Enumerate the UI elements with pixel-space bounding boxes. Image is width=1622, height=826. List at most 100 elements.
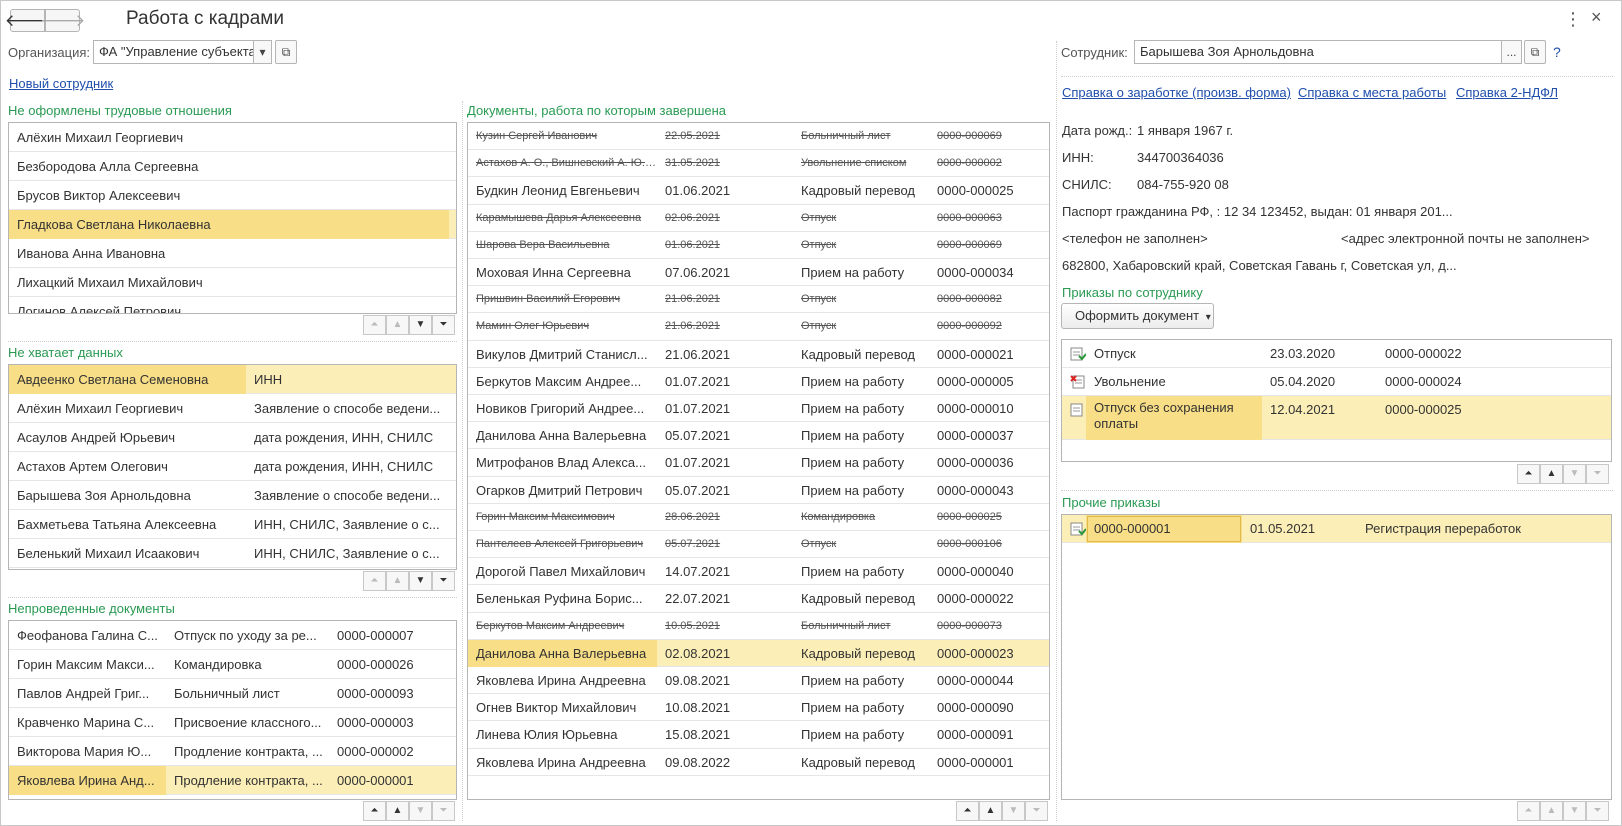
organization-open-button[interactable]: ⧉	[275, 40, 297, 64]
scroll-bottom-button[interactable]: ⏷	[432, 801, 455, 821]
employee-orders-list[interactable]: Отпуск 23.03.2020 0000-000022 Увольнение 05.…	[1061, 339, 1612, 462]
table-row[interactable]: Яковлева Ирина Андреевна 09.08.2021 Прием …	[468, 667, 1049, 695]
scroll-up-button[interactable]: ▲	[1540, 801, 1563, 821]
table-row[interactable]: Будкин Леонид Евгеньевич 01.06.2021 Кадров…	[468, 177, 1049, 205]
not-formalized-title: Не оформлены трудовые отношения	[8, 103, 232, 118]
organization-field[interactable]: ФА "Управление субъекта	[93, 40, 254, 64]
close-button[interactable]: ×	[1591, 7, 1602, 28]
not-formalized-list[interactable]: Алёхин Михаил Георгиевич Безбородова Алла…	[8, 122, 457, 314]
table-row[interactable]: Беркутов Максим Андрее... 01.07.2021 Прием…	[468, 368, 1049, 395]
salary-reference-link[interactable]: Справка о заработке (произв. форма)	[1062, 85, 1291, 100]
table-row[interactable]: Беленькая Руфина Борис... 22.07.2021 Кадро…	[468, 585, 1049, 613]
table-row[interactable]: Мамин Олег Юрьевич 21.06.2021 Отпуск 0000-0…	[468, 313, 1049, 341]
table-row[interactable]: Кузин Сергей Иванович 22.05.2021 Больничны…	[468, 123, 1049, 151]
create-document-button[interactable]: Оформить документ ▾	[1061, 303, 1214, 329]
table-row[interactable]: Феофанова Галина С... Отпуск по уходу за …	[9, 621, 456, 650]
scroll-top-button[interactable]: ⏶	[363, 801, 386, 821]
employee-name: Беленькая Руфина Борис...	[476, 591, 643, 607]
table-row[interactable]: Авдеенко Светлана Семеновна ИНН	[9, 365, 456, 394]
scroll-bottom-button[interactable]: ⏷	[432, 315, 455, 335]
table-row[interactable]: Данилова Анна Валерьевна 05.07.2021 Прием …	[468, 422, 1049, 450]
document-number: 0000-000034	[937, 265, 1014, 280]
scroll-up-button[interactable]: ▲	[979, 801, 1002, 821]
scroll-bottom-button[interactable]: ⏷	[1586, 464, 1609, 484]
employee-open-button[interactable]: ⧉	[1524, 40, 1546, 64]
table-row[interactable]: Беркутов Максим Андреевич 10.05.2021 Больн…	[468, 613, 1049, 640]
table-row[interactable]: Викулов Дмитрий Станисл... 21.06.2021 Кадр…	[468, 341, 1049, 368]
scroll-down-button[interactable]: ▼	[1563, 464, 1586, 484]
other-orders-list[interactable]: 0000-000001 01.05.2021 Регистрация перераб…	[1061, 514, 1612, 800]
list-item[interactable]: Лихацкий Михаил Михайлович	[9, 268, 456, 297]
scroll-bottom-button[interactable]: ⏷	[1025, 801, 1048, 821]
table-row[interactable]: Викторова Мария Ю... Продление контракта,…	[9, 737, 456, 766]
table-row[interactable]: Пришвин Василий Егорович 21.06.2021 Отпуск…	[468, 286, 1049, 314]
table-row[interactable]: Данилова Анна Валерьевна 02.08.2021 Кадров…	[468, 639, 1049, 667]
scroll-top-button[interactable]: ⏶	[363, 315, 386, 335]
table-row[interactable]: Отпуск без сохранения оплаты 12.04.2021 00…	[1062, 396, 1611, 440]
new-employee-link[interactable]: Новый сотрудник	[9, 76, 113, 91]
employee-select-button[interactable]: ...	[1501, 40, 1522, 64]
scroll-down-button[interactable]: ▼	[409, 315, 432, 335]
list-item[interactable]: Безбородова Алла Сергеевна	[9, 152, 456, 181]
scroll-down-button[interactable]: ▼	[1002, 801, 1025, 821]
table-row[interactable]: Шарова Вера Васильевна 01.06.2021 Отпуск 00…	[468, 232, 1049, 259]
table-row[interactable]: Карамышева Дарья Алексеевна 02.06.2021 Отп…	[468, 205, 1049, 232]
scroll-top-button[interactable]: ⏶	[956, 801, 979, 821]
table-row[interactable]: Алёхин Михаил Георгиевич Заявление о спос…	[9, 394, 456, 423]
ndfl-reference-link[interactable]: Справка 2-НДФЛ	[1456, 85, 1558, 100]
table-row[interactable]: Пантелеев Алексей Григорьевич 05.07.2021 О…	[468, 531, 1049, 559]
scroll-bottom-button[interactable]: ⏷	[432, 571, 455, 591]
table-row[interactable]: Асаулов Андрей Юрьевич дата рождения, ИНН…	[9, 423, 456, 452]
unposted-docs-list[interactable]: Феофанова Галина С... Отпуск по уходу за …	[8, 620, 457, 800]
table-row[interactable]: Огарков Дмитрий Петрович 05.07.2021 Прием …	[468, 477, 1049, 504]
table-row[interactable]: Горин Максим Максимович 28.06.2021 Команди…	[468, 504, 1049, 531]
organization-dropdown-button[interactable]: ▾	[253, 40, 272, 64]
employee-name: Брусов Виктор Алексеевич	[17, 188, 181, 203]
table-row[interactable]: Яковлева Ирина Андреевна 09.08.2022 Кадров…	[468, 749, 1049, 776]
scroll-down-button[interactable]: ▼	[409, 571, 432, 591]
table-row[interactable]: Новиков Григорий Андрее... 01.07.2021 Прие…	[468, 395, 1049, 423]
table-row[interactable]: Барышева Зоя Арнольдовна Заявление о спос…	[9, 481, 456, 510]
table-row[interactable]: Моховая Инна Сергеевна 07.06.2021 Прием на…	[468, 259, 1049, 287]
scroll-up-button[interactable]: ▲	[386, 801, 409, 821]
table-row[interactable]: Астахов А. О., Вишневский А. Ю.,... 31.05…	[468, 150, 1049, 178]
scroll-top-button[interactable]: ⏶	[1517, 464, 1540, 484]
scroll-top-button[interactable]: ⏶	[363, 571, 386, 591]
scroll-bottom-button[interactable]: ⏷	[1586, 801, 1609, 821]
table-row[interactable]: Беленький Михаил Исаакович ИНН, СНИЛС, За…	[9, 539, 456, 568]
completed-docs-list[interactable]: Кузин Сергей Иванович 22.05.2021 Больничны…	[467, 122, 1050, 800]
table-row[interactable]: 0000-000001 01.05.2021 Регистрация перераб…	[1062, 515, 1611, 543]
list-item[interactable]: Алёхин Михаил Георгиевич	[9, 123, 456, 152]
list-item[interactable]: Брусов Виктор Алексеевич	[9, 181, 456, 210]
workplace-reference-link[interactable]: Справка с места работы	[1298, 85, 1446, 100]
list-item[interactable]: Гладкова Светлана Николаевна	[9, 210, 456, 239]
table-row[interactable]: Огнев Виктор Михайлович 10.08.2021 Прием н…	[468, 694, 1049, 722]
scroll-down-button[interactable]: ▼	[1563, 801, 1586, 821]
missing-data-list[interactable]: Авдеенко Светлана Семеновна ИНН Алёхин Мих…	[8, 364, 457, 570]
scroll-up-button[interactable]: ▲	[386, 315, 409, 335]
missing-data-cell: Заявление о способе ведени...	[254, 488, 441, 503]
table-row[interactable]: Астахов Артем Олегович дата рождения, ИНН…	[9, 452, 456, 481]
forward-button[interactable]: 🡒	[40, 9, 85, 32]
table-row[interactable]: Линева Юлия Юрьевна 15.08.2021 Прием на ра…	[468, 721, 1049, 749]
table-row[interactable]: Горин Максим Макси... Командировка 0000-00…	[9, 650, 456, 679]
list-item[interactable]: Логинов Алексей Петрович	[9, 297, 456, 313]
table-row[interactable]: Митрофанов Влад Алекса... 01.07.2021 Прием…	[468, 449, 1049, 477]
scroll-down-button[interactable]: ▼	[409, 801, 432, 821]
table-row[interactable]: Яковлева Ирина Анд... Продление контракта…	[9, 766, 456, 795]
scroll-up-button[interactable]: ▲	[1540, 464, 1563, 484]
table-row[interactable]: Отпуск 23.03.2020 0000-000022	[1062, 340, 1611, 368]
scroll-up-button[interactable]: ▲	[386, 571, 409, 591]
table-row[interactable]: Кравченко Марина С... Присвоение классног…	[9, 708, 456, 737]
table-row[interactable]: Павлов Андрей Григ... Больничный лист 0000…	[9, 679, 456, 708]
table-row[interactable]: Увольнение 05.04.2020 0000-000024	[1062, 368, 1611, 396]
more-button[interactable]: ⋮	[1564, 9, 1582, 30]
list-item[interactable]: Иванова Анна Ивановна	[9, 239, 456, 268]
employee-field[interactable]: Барышева Зоя Арнольдовна	[1134, 40, 1502, 64]
table-row[interactable]: Бахметьева Татьяна Алексеевна ИНН, СНИЛС,…	[9, 510, 456, 539]
document-number: 0000-000073	[937, 619, 1002, 632]
table-row[interactable]: Дорогой Павел Михайлович 14.07.2021 Прием …	[468, 558, 1049, 586]
document-number: 0000-000090	[937, 700, 1014, 716]
scroll-top-button[interactable]: ⏶	[1517, 801, 1540, 821]
help-button[interactable]: ?	[1553, 44, 1561, 60]
